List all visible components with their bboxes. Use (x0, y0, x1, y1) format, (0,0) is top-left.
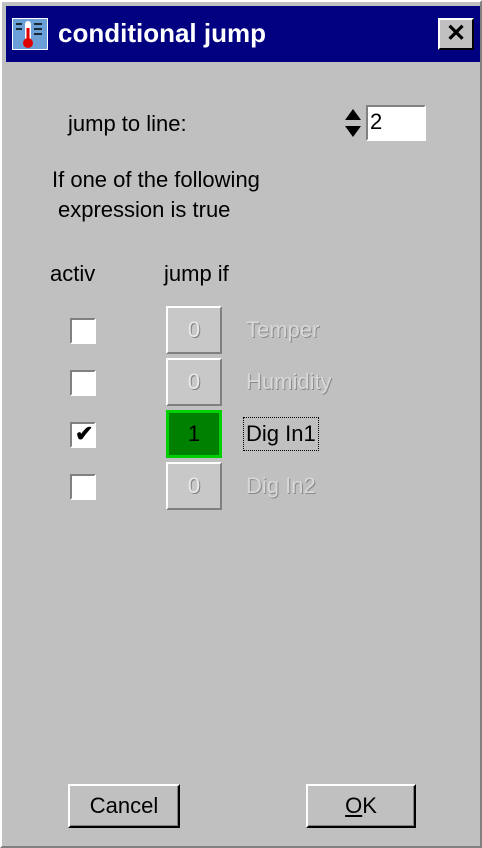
jump-line-input[interactable]: 2 (366, 105, 426, 141)
description-line-2: expression is true (58, 197, 231, 222)
checkmark-icon: ✔ (75, 421, 94, 446)
active-checkbox-dig-in1[interactable]: ✔ (70, 421, 96, 448)
thermometer-app-icon (12, 18, 48, 50)
signal-label-dig-in1: Dig In1 (243, 417, 319, 451)
ok-label-rest: K (362, 793, 377, 818)
ok-button[interactable]: OK (306, 784, 416, 828)
active-checkbox-humidity[interactable] (70, 370, 96, 396)
close-icon: ✕ (445, 20, 467, 47)
cancel-button[interactable]: Cancel (68, 784, 180, 828)
signal-label-dig-in2: Dig In2 (246, 473, 316, 498)
spin-down-arrow-icon[interactable] (345, 126, 361, 137)
signal-label-temper: Temper (246, 317, 320, 342)
conditional-jump-dialog: conditional jump ✕ jump to line: 2 If on… (0, 0, 482, 848)
column-header-jump-if: jump if (164, 261, 229, 286)
description-line-1: If one of the following (52, 167, 260, 192)
ok-mnemonic: O (345, 793, 363, 818)
window-title: conditional jump (58, 18, 266, 48)
jump-value-button-humidity[interactable]: 0 (166, 358, 222, 406)
spin-up-arrow-icon[interactable] (345, 109, 361, 120)
jump-to-line-label: jump to line: (68, 111, 187, 136)
active-checkbox-dig-in2[interactable] (70, 474, 96, 500)
jump-value-button-dig-in2[interactable]: 0 (166, 462, 222, 510)
line-spinner[interactable] (342, 107, 364, 139)
column-header-activ: activ (50, 261, 96, 286)
signal-label-humidity: Humidity (246, 369, 332, 394)
close-button[interactable]: ✕ (438, 18, 474, 50)
jump-value-button-temper[interactable]: 0 (166, 306, 222, 354)
jump-value-button-dig-in1[interactable]: 1 (166, 410, 222, 458)
title-bar[interactable]: conditional jump ✕ (6, 6, 480, 62)
active-checkbox-temper[interactable] (70, 318, 96, 344)
